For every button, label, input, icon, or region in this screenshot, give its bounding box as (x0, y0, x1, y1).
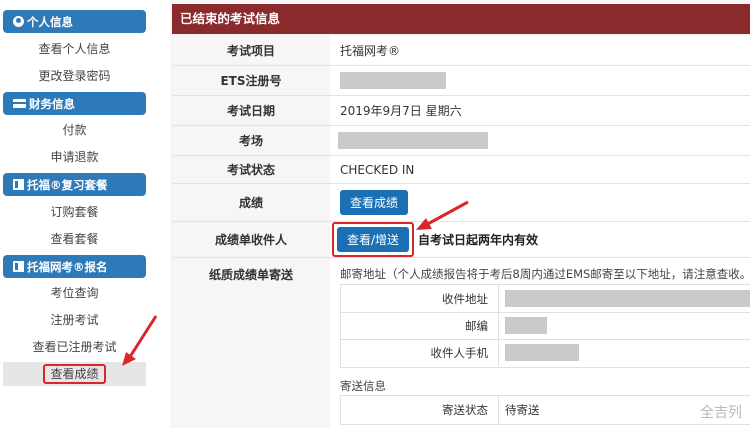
sidebar-item-view-package[interactable]: 查看套餐 (3, 227, 146, 251)
panel-title: 已结束的考试信息 (172, 4, 750, 34)
row-label: 纸质成绩单寄送 (172, 258, 330, 428)
redacted-venue (338, 132, 488, 149)
field-label: 收件人手机 (341, 339, 499, 366)
sidebar-item-change-password[interactable]: 更改登录密码 (3, 64, 146, 88)
row-label: 考试日期 (172, 96, 330, 125)
sidebar-section-finance-title: 财务信息 (29, 96, 75, 111)
view-score-button[interactable]: 查看成绩 (340, 190, 409, 215)
row-ets-id: ETS注册号 (172, 66, 750, 96)
sidebar-section-review-title: 托福®复习套餐 (27, 177, 108, 192)
row-exam-item: 考试项目 托福网考® (172, 36, 750, 66)
address-row: 收件地址 (341, 285, 750, 313)
highlight-box: 查看/增送 (332, 222, 415, 257)
credit-card-icon (13, 99, 26, 108)
sidebar-section-personal-title: 个人信息 (27, 14, 73, 29)
shipping-info-label: 寄送信息 (340, 379, 386, 393)
row-label: ETS注册号 (172, 66, 330, 95)
redacted-phone (505, 344, 579, 361)
sidebar-section-personal: 个人信息 (3, 10, 146, 33)
field-label: 收件地址 (341, 285, 499, 312)
annotation-arrow-recipients (416, 200, 469, 230)
row-status: 考试状态 CHECKED IN (172, 156, 750, 184)
sidebar-item-seat-search[interactable]: 考位查询 (3, 281, 146, 305)
postcode-row: 邮编 (341, 312, 750, 340)
row-mailing: 纸质成绩单寄送 邮寄地址（个人成绩报告将于考后8周内通过EMS邮寄至以下地址，请… (172, 258, 750, 428)
sidebar-item-refund[interactable]: 申请退款 (3, 145, 146, 169)
shipping-status-value: 待寄送 (505, 403, 540, 417)
sidebar-item-view-profile[interactable]: 查看个人信息 (3, 37, 146, 61)
shipping-status-row: 寄送状态 待寄送 (341, 396, 750, 424)
field-label: 寄送状态 (341, 396, 499, 424)
status-value: CHECKED IN (340, 162, 415, 177)
sidebar-section-finance: 财务信息 (3, 92, 146, 115)
sidebar-section-review: 托福®复习套餐 (3, 173, 146, 196)
watermark-text: 全吉列 (700, 405, 742, 421)
sidebar-item-payment[interactable]: 付款 (3, 118, 146, 142)
row-label: 成绩单收件人 (172, 222, 330, 257)
address-table: 收件地址 邮编 收件人手机 (340, 284, 750, 368)
sidebar-section-register: 托福网考®报名 (3, 255, 146, 278)
sidebar-section-register-title: 托福网考®报名 (27, 259, 108, 274)
redacted-ets-id (340, 72, 446, 89)
mailing-address-note: 邮寄地址（个人成绩报告将于考后8周内通过EMS邮寄至以下地址，请注意查收。 (340, 267, 750, 281)
row-venue: 考场 (172, 126, 750, 156)
row-label: 考试状态 (172, 156, 330, 183)
shipping-table: 寄送状态 待寄送 (340, 395, 750, 425)
exam-date-value: 2019年9月7日 星期六 (340, 104, 462, 118)
row-exam-date: 考试日期 2019年9月7日 星期六 (172, 96, 750, 126)
row-label: 成绩 (172, 184, 330, 221)
exam-item-value: 托福网考® (340, 44, 401, 58)
view-add-recipients-button[interactable]: 查看/增送 (337, 227, 410, 252)
book-icon (13, 261, 24, 272)
sidebar-item-order-package[interactable]: 订购套餐 (3, 200, 146, 224)
phone-row: 收件人手机 (341, 339, 750, 366)
row-label: 考试项目 (172, 36, 330, 65)
redacted-postcode (505, 317, 547, 334)
book-icon (13, 179, 24, 190)
redacted-address (505, 290, 750, 307)
watermark-logo: 全吉列 (700, 402, 742, 422)
view-scores-label: 查看成绩 (43, 364, 106, 384)
annotation-arrow-sidebar (122, 315, 158, 366)
row-label: 考场 (172, 126, 330, 155)
user-icon (13, 16, 24, 27)
field-label: 邮编 (341, 312, 499, 339)
